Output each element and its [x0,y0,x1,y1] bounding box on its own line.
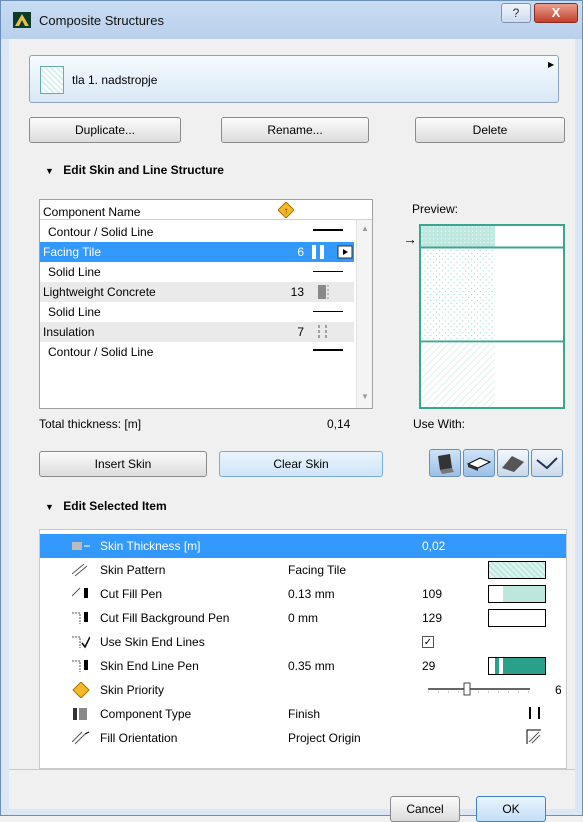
dialog-content: tla 1. nadstropje ▶ Duplicate... Rename.… [9,39,575,822]
use-with-slab-button[interactable] [463,449,495,477]
use-with-shell-button[interactable] [531,449,563,477]
composite-structures-dialog: Composite Structures ? X tla 1. nadstrop… [0,0,583,822]
pattern-swatch[interactable] [488,561,546,579]
component-row[interactable]: Insulation 7 [40,322,354,342]
priority-value: 6 [555,683,562,697]
window-title: Composite Structures [39,13,164,28]
preview-label: Preview: [412,202,459,216]
component-name-header: Component Name [43,205,141,219]
fill-orientation-icon [72,731,90,745]
svg-text:↑: ↑ [284,206,289,217]
thickness-icon [72,542,90,550]
duplicate-button[interactable]: Duplicate... [29,117,181,143]
component-table-scrollbar[interactable]: ▲ ▼ [356,220,372,408]
end-line-pen-icon [72,660,88,672]
item-row-component-type[interactable]: Component Type Finish [40,702,566,726]
cancel-button[interactable]: Cancel [390,796,460,822]
component-table: Component Name ↑ Contour / Solid Line Fa… [39,199,373,409]
composite-name: tla 1. nadstropje [72,73,158,87]
use-with-buttons [429,449,567,477]
selector-arrow-icon: ▶ [548,60,555,69]
background-pen-swatch[interactable] [488,609,546,627]
footer-divider [9,769,575,770]
ok-button[interactable]: OK [476,796,546,822]
skin-pattern-swatch-icon [312,245,353,259]
solid-line-icon [313,311,343,312]
thickness-input[interactable] [488,537,546,555]
cut-fill-pen-swatch[interactable] [488,585,546,603]
skin-section-header[interactable]: ▼ Edit Skin and Line Structure [29,157,569,183]
priority-slider[interactable] [426,682,534,698]
delete-button[interactable]: Delete [415,117,565,143]
insert-skin-button[interactable]: Insert Skin [39,451,207,477]
component-row-selected[interactable]: Facing Tile 6 [40,242,354,262]
collapse-triangle-icon: ▼ [45,502,54,512]
item-section-header[interactable]: ▼ Edit Selected Item [29,493,569,519]
preview-pointer-icon: → [403,231,417,247]
slab-icon [466,457,492,471]
priority-icon [72,682,90,698]
composite-selector[interactable]: tla 1. nadstropje ▶ [29,55,559,103]
component-table-header: Component Name ↑ [40,200,372,220]
concrete-pattern-icon [318,285,329,299]
item-row-use-end-lines[interactable]: Use Skin End Lines ✓ [40,630,566,654]
help-button[interactable]: ? [501,3,531,23]
contour-line-icon [313,349,343,351]
title-bar: Composite Structures ? X [1,1,582,39]
clear-skin-button[interactable]: Clear Skin [219,451,383,477]
item-row-background-pen[interactable]: Cut Fill Background Pen 0 mm 129 [40,606,566,630]
rename-button[interactable]: Rename... [221,117,369,143]
item-row-end-line-pen[interactable]: Skin End Line Pen 0.35 mm 29 [40,654,566,678]
roof-icon [502,456,524,472]
use-with-roof-button[interactable] [497,449,529,477]
close-button[interactable]: X [534,3,578,23]
end-line-pen-swatch[interactable] [488,657,546,675]
component-row[interactable]: Solid Line [40,302,354,322]
scroll-down-icon[interactable]: ▼ [361,392,369,401]
project-origin-icon [526,729,541,744]
shell-icon [536,457,558,470]
cut-fill-pen-icon [72,587,88,598]
item-row-skin-thickness[interactable]: Skin Thickness [m] 0,02 [40,534,566,558]
wall-icon [438,454,454,474]
component-type-icon [73,708,87,720]
total-thickness-value: 0,14 [327,417,351,431]
structure-preview [419,224,565,409]
insulation-pattern-icon [318,325,327,339]
finish-type-icon [529,707,540,719]
use-with-label: Use With: [413,417,466,431]
use-end-lines-checkbox[interactable]: ✓ [422,636,434,648]
scroll-up-icon[interactable]: ▲ [361,224,369,233]
component-row[interactable]: Solid Line [40,262,354,282]
item-row-cut-fill-pen[interactable]: Cut Fill Pen 0.13 mm 109 [40,582,566,606]
item-section-title: Edit Selected Item [63,499,167,513]
collapse-triangle-icon: ▼ [45,166,54,176]
contour-line-icon [313,229,343,231]
item-row-skin-priority[interactable]: Skin Priority 6 [40,678,566,702]
component-row[interactable]: Contour / Solid Line [40,222,354,242]
composite-swatch-icon [40,66,64,94]
selected-item-table: Skin Thickness [m] 0,02 Skin Pattern Fac… [39,529,567,769]
use-with-wall-button[interactable] [429,449,461,477]
background-pen-icon [72,612,88,624]
end-lines-icon [72,636,90,649]
item-row-skin-pattern[interactable]: Skin Pattern Facing Tile [40,558,566,582]
total-thickness-label: Total thickness: [m] [39,417,142,431]
pattern-icon [72,563,88,577]
item-row-fill-orientation[interactable]: Fill Orientation Project Origin [40,726,566,750]
skin-section-title: Edit Skin and Line Structure [63,163,224,177]
component-row[interactable]: Lightweight Concrete 13 [40,282,354,302]
component-row[interactable]: Contour / Solid Line [40,342,354,362]
priority-header-icon: ↑ [278,202,294,218]
archicad-app-icon [13,12,31,28]
solid-line-icon [313,271,343,272]
